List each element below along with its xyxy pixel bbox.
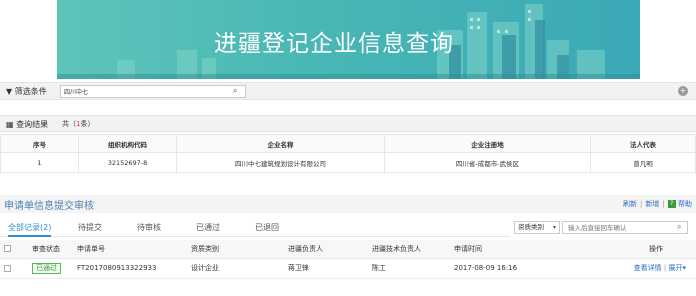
help-icon: ? [667,200,676,208]
review-table: 审查状态 申请单号 资质类别 进疆负责人 进疆技术负责人 申请时间 操作 已通过… [0,240,696,279]
tab-pending-review[interactable]: 待审核 [137,222,161,233]
chevron-down-icon[interactable]: ▾ [682,264,686,272]
grid-icon: ▦ [6,120,14,129]
caret-down-icon: ▾ [552,224,556,231]
filter-label-text: 筛选条件 [14,87,47,96]
status-badge: 已通过 [32,262,61,274]
col-header: 进疆负责人 [284,240,368,259]
add-link[interactable]: 新增 [645,200,659,208]
col-header: 企业注册地 [384,134,591,153]
select-all-checkbox[interactable] [4,245,11,253]
cell: 1 [0,152,79,173]
cell: 四川中七建筑规划设计有限公司 [176,152,385,173]
col-header: 进疆技术负责人 [368,240,450,259]
plus-icon[interactable]: + [678,86,688,96]
type-select[interactable]: 资质类别 ▾ [514,221,560,234]
banner-title: 进疆登记企业信息查询 [214,31,454,57]
col-header: 审查状态 [28,240,73,259]
results-table: 序号 组织机构代码 企业名称 企业注册地 法人代表 1 32152697-8 四… [0,134,696,173]
status-cell: 已通过 [28,258,73,279]
table-row[interactable]: 1 32152697-8 四川中七建筑规划设计有限公司 四川省-成都市-武侯区 … [0,152,696,173]
header-banner: 进疆登记企业信息查询 [57,0,640,79]
cell: FT2017080913322933 [73,258,187,279]
col-header: 申请单号 [73,240,187,259]
expand-link[interactable]: 展开 [668,264,682,272]
col-header: 组织机构代码 [78,134,177,153]
results-count-prefix: 共（ [62,120,76,128]
tab-pending-submit[interactable]: 待提交 [78,222,102,233]
cell: 32152697-8 [78,152,177,173]
tab-returned[interactable]: 已退回 [255,222,279,233]
tab-approved[interactable]: 已通过 [196,222,220,233]
cell: 蒋卫锋 [284,258,368,279]
table-row[interactable]: 已通过 FT2017080913322933 设计企业 蒋卫锋 陈工 2017-… [0,258,696,279]
col-header: 操作 [612,240,696,259]
review-actions: 刷新 | 新增 |? 帮助 [623,200,692,208]
results-table-header: 序号 组织机构代码 企业名称 企业注册地 法人代表 [0,134,696,153]
review-table-header: 审查状态 申请单号 资质类别 进疆负责人 进疆技术负责人 申请时间 操作 [0,240,696,259]
refresh-link[interactable]: 刷新 [623,200,637,208]
cell: 设计企业 [187,258,284,279]
col-header: 申请时间 [450,240,612,259]
actions-cell: 查看详情 | 展开▾ [612,258,696,279]
results-header: ▦ 查询结果 共（1条） [0,115,696,132]
results-count-suffix: 条） [80,120,95,128]
results-title-text: 查询结果 [16,120,49,129]
results-count: 共（1条） [62,119,94,129]
review-search-input[interactable] [562,221,688,234]
cell: 陈工 [368,258,450,279]
col-header: 序号 [0,134,79,153]
results-title: ▦ 查询结果 [6,119,48,130]
row-checkbox[interactable] [4,264,11,272]
filter-label: ▼ 筛选条件 [6,86,47,97]
cell: 曾凡明 [590,152,696,173]
row-checkbox-cell [0,258,28,279]
select-all-cell [0,240,28,259]
cell: 2017-08-09 16:16 [450,258,612,279]
tab-all[interactable]: 全部记录(2) [8,222,52,237]
filter-bar: ▼ 筛选条件 ⌕ + [0,82,696,100]
search-icon[interactable]: ⌕ [677,222,681,232]
cell: 四川省-成都市-武侯区 [384,152,591,173]
review-title: 申请单信息提交审核 [4,201,94,212]
filter-icon: ▼ [6,87,13,96]
view-details-link[interactable]: 查看详情 [634,264,662,272]
col-header: 法人代表 [590,134,696,153]
help-link[interactable]: 帮助 [678,200,692,208]
filter-search-input[interactable] [60,85,246,98]
col-header: 企业名称 [176,134,385,153]
review-header: 申请单信息提交审核 刷新 | 新增 |? 帮助 [0,195,696,213]
type-select-value: 资质类别 [518,223,544,231]
col-header: 资质类别 [187,240,284,259]
status-tabs: 全部记录(2) 待提交 待审核 已通过 已退回 [0,219,510,237]
search-icon[interactable]: ⌕ [233,86,237,96]
